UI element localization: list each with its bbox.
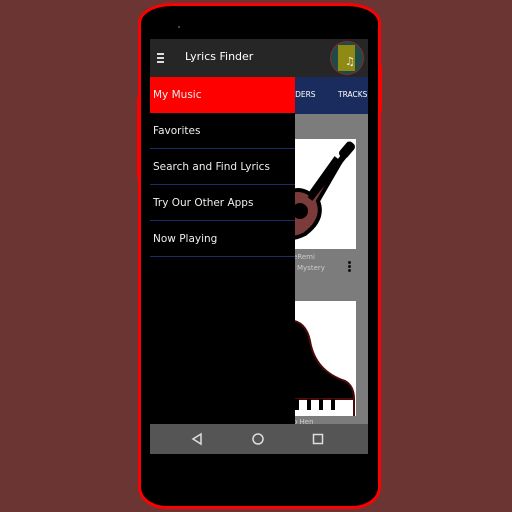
back-icon[interactable] xyxy=(190,432,204,446)
piano-icon xyxy=(279,319,356,418)
drawer-item-label: Search and Find Lyrics xyxy=(153,161,270,173)
menu-icon[interactable] xyxy=(157,53,164,64)
guitar-icon xyxy=(278,141,355,240)
drawer-item-label: My Music xyxy=(153,89,202,101)
music-note-icon: ♫ xyxy=(345,55,355,68)
navigation-drawer: My Music Favorites Search and Find Lyric… xyxy=(150,77,295,424)
app-title: Lyrics Finder xyxy=(185,50,254,63)
drawer-item-label: Try Our Other Apps xyxy=(153,197,254,209)
more-options-icon[interactable] xyxy=(348,261,351,273)
drawer-item-now-playing[interactable]: Now Playing xyxy=(150,221,295,257)
music-file-avatar[interactable]: ♫ xyxy=(330,41,364,75)
recent-apps-icon[interactable] xyxy=(311,432,325,446)
drawer-item-favorites[interactable]: Favorites xyxy=(150,113,295,149)
drawer-item-label: Now Playing xyxy=(153,233,218,245)
drawer-item-search-lyrics[interactable]: Search and Find Lyrics xyxy=(150,149,295,185)
toolbar: Lyrics Finder ♫ xyxy=(150,39,368,77)
front-camera xyxy=(178,26,180,28)
screen: Lyrics Finder ♫ OLDERS TRACKS eRemi Myst… xyxy=(150,39,368,454)
drawer-item-label: Favorites xyxy=(153,125,201,137)
drawer-item-my-music[interactable]: My Music xyxy=(150,77,295,113)
card-title: eRemi xyxy=(293,253,315,261)
home-icon[interactable] xyxy=(251,432,265,446)
album-card-1[interactable] xyxy=(278,139,356,249)
drawer-item-other-apps[interactable]: Try Our Other Apps xyxy=(150,185,295,221)
card-subtitle: Mystery xyxy=(297,264,325,272)
system-nav-bar xyxy=(150,424,368,454)
album-card-2[interactable] xyxy=(279,301,356,418)
tab-tracks[interactable]: TRACKS xyxy=(338,90,367,99)
